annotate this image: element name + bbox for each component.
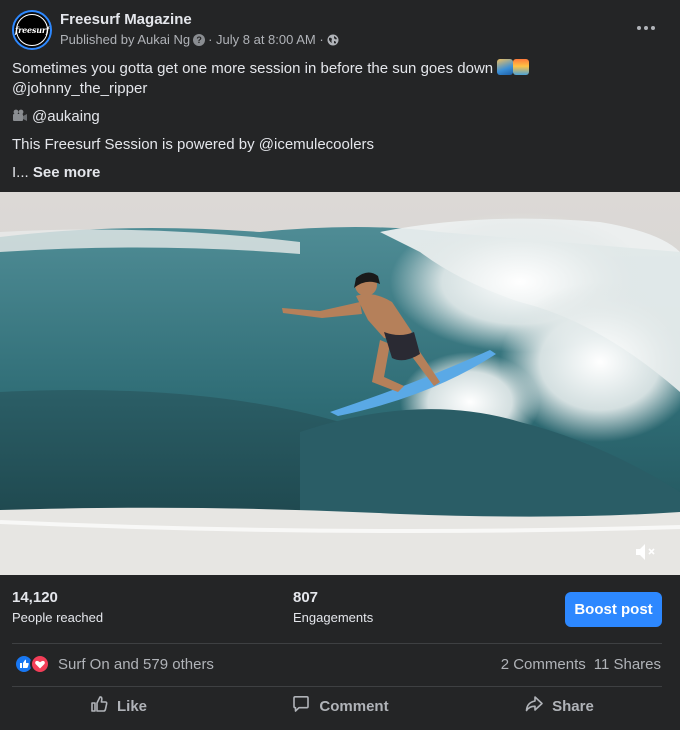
boost-post-button[interactable]: Boost post [565,592,662,627]
reaction-icons[interactable] [14,654,52,674]
comments-count[interactable]: 2 Comments [501,656,586,673]
post-insights: 14,120 People reached 807 Engagements Bo… [0,575,680,643]
more-options-icon[interactable] [628,14,664,42]
love-reaction-icon [30,654,50,674]
see-more-link[interactable]: See more [33,164,101,181]
post-caption: Sometimes you gotta get one more session… [12,59,662,183]
share-label: Share [552,697,594,715]
mention-johnny[interactable]: @johnny_the_ripper [12,79,662,99]
page-avatar[interactable]: freesurf [12,10,52,50]
help-icon[interactable]: ? [193,33,206,46]
like-button[interactable]: Like [12,686,224,726]
surfer-emoji-icon [497,59,514,75]
sunset-emoji-icon [513,59,530,75]
like-label: Like [116,697,147,715]
caption-line-truncated: I... See more [12,164,101,181]
published-by-text[interactable]: Published by Aukai Ng [60,32,190,47]
shares-count[interactable]: 11 Shares [594,656,661,673]
caption-line-sponsor: This Freesurf Session is powered by @ice… [12,136,375,153]
comment-label: Comment [319,697,389,715]
engagements-value: 807 [293,589,319,606]
reactions-count-text[interactable]: Surf On and 579 others [58,656,214,673]
thumbs-up-icon [89,694,109,718]
globe-icon[interactable] [327,34,339,46]
post-actions: Like Comment Share [0,686,680,730]
mention-aukaing[interactable]: @aukaing [32,108,100,125]
avatar-logo: freesurf [14,14,50,46]
reactions-summary: Surf On and 579 others 2 Comments 11 Sha… [0,644,680,686]
post-meta: Published by Aukai Ng ? · July 8 at 8:00… [60,32,339,47]
page-name-link[interactable]: Freesurf Magazine [60,11,192,28]
surf-video-frame [0,192,680,575]
post-header: freesurf Freesurf Magazine Published by … [0,0,680,56]
camera-emoji-icon [12,109,28,123]
people-reached-value: 14,120 [12,589,58,606]
post-date[interactable]: · July 8 at 8:00 AM · [208,32,324,47]
caption-line-1: Sometimes you gotta get one more session… [12,59,662,79]
post-video[interactable] [0,192,680,575]
engagement-counts: 2 Comments 11 Shares [501,656,661,673]
people-reached-label: People reached [12,610,104,625]
avatar-logo-text: freesurf [14,25,50,35]
share-button[interactable]: Share [456,686,662,726]
caption-line-camera: @aukaing [12,107,662,127]
comment-button[interactable]: Comment [234,686,446,726]
mute-icon[interactable] [634,541,658,563]
engagements-label: Engagements [293,610,374,625]
share-icon [524,694,544,718]
comment-icon [291,694,311,718]
